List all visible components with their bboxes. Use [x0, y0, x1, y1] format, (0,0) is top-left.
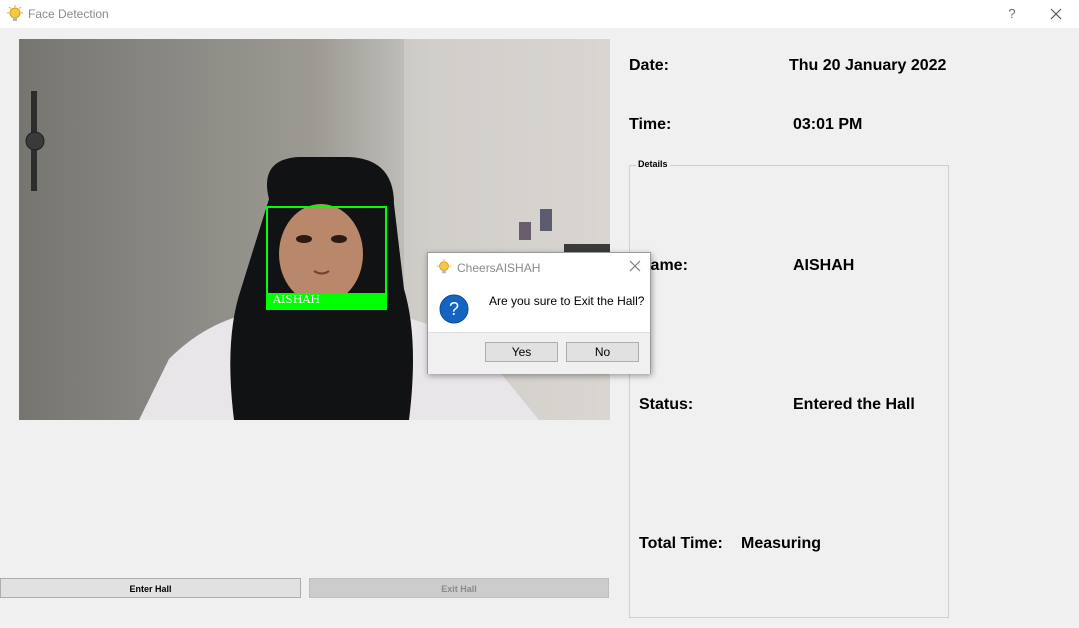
dialog-button-bar: Yes No [428, 332, 650, 374]
no-button[interactable]: No [566, 342, 639, 362]
exit-confirm-dialog: CheersAISHAH ? Are you sure to Exit the … [427, 252, 651, 374]
date-label: Date: [629, 57, 670, 74]
enter-hall-button[interactable]: Enter Hall [0, 578, 301, 598]
lightbulb-icon [7, 5, 23, 21]
help-button[interactable]: ? [1000, 3, 1024, 25]
status-label: Status: [639, 396, 694, 413]
yes-button[interactable]: Yes [485, 342, 558, 362]
date-value: Thu 20 January 2022 [789, 57, 947, 74]
lightbulb-icon [436, 259, 452, 274]
close-icon [629, 260, 641, 272]
window-title: Face Detection [28, 7, 109, 21]
svg-text:?: ? [449, 299, 459, 319]
time-label: Time: [629, 116, 672, 133]
total-time-value: Measuring [741, 535, 822, 552]
close-window-button[interactable] [1042, 3, 1070, 25]
status-value: Entered the Hall [793, 396, 915, 413]
details-group-title: Details [636, 159, 670, 169]
time-value: 03:01 PM [793, 116, 863, 133]
total-time-label: Total Time: [639, 535, 723, 552]
close-icon [1050, 8, 1062, 20]
dialog-close-button[interactable] [627, 258, 643, 274]
title-bar: Face Detection ? [0, 0, 1079, 28]
dialog-title: CheersAISHAH [457, 261, 541, 275]
question-icon: ? [439, 294, 469, 324]
dialog-message: Are you sure to Exit the Hall? [489, 294, 645, 308]
exit-hall-button[interactable]: Exit Hall [309, 578, 609, 598]
face-label: AISHAH [273, 293, 320, 306]
name-value: AISHAH [793, 257, 855, 274]
